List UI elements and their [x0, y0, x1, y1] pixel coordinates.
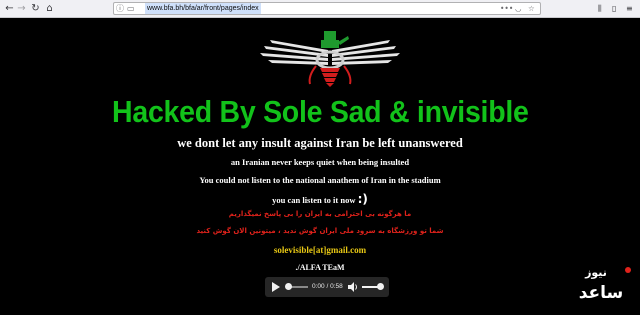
- svg-text:ساعد: ساعد: [579, 283, 624, 303]
- library-icon[interactable]: ⫼: [598, 3, 602, 15]
- info-icon[interactable]: ⓘ: [116, 3, 124, 14]
- seek-thumb[interactable]: [285, 283, 292, 290]
- reload-icon[interactable]: ↻: [29, 2, 42, 15]
- url-text[interactable]: www.bfa.bh/bfa/ar/front/pages/index: [145, 3, 261, 14]
- sidebar-icon[interactable]: ▯: [612, 3, 616, 15]
- home-icon[interactable]: ⌂: [43, 2, 56, 15]
- message-line-4: you can listen to it now :): [0, 192, 640, 206]
- play-icon[interactable]: [271, 282, 280, 292]
- playback-time: 0:00 / 0:58: [312, 283, 343, 290]
- contact-email: solevisible[at]gmail.com: [273, 245, 367, 255]
- team-signature: ./ALFA TEaM: [295, 263, 345, 272]
- hamburger-menu-icon[interactable]: ≡: [626, 3, 633, 15]
- browser-toolbar: ← → ↻ ⌂ ⓘ ▭ www.bfa.bh/bfa/ar/front/page…: [0, 0, 640, 18]
- more-icon[interactable]: •••: [500, 3, 513, 14]
- faravahar-emblem: [260, 31, 400, 87]
- forward-arrow-icon[interactable]: →: [15, 2, 28, 15]
- pocket-icon[interactable]: ◡: [515, 3, 522, 14]
- address-bar[interactable]: ⓘ ▭ www.bfa.bh/bfa/ar/front/pages/index …: [113, 2, 541, 15]
- volume-thumb[interactable]: [377, 283, 384, 290]
- headline: Hacked By Sole Sad & invisible: [112, 94, 529, 129]
- smiley-text: :): [357, 192, 368, 206]
- persian-message-2: شما تو ورزشگاه به سرود ملی ایران گوش ندی…: [196, 227, 444, 235]
- message-line-4-text: you can listen to it now: [272, 195, 356, 205]
- message-line-1: we dont let any insult against Iran be l…: [177, 136, 463, 150]
- star-icon[interactable]: ☆: [528, 3, 535, 14]
- audio-player: 0:00 / 0:58: [265, 277, 389, 297]
- svg-text:نیوز: نیوز: [584, 266, 607, 279]
- permissions-icon[interactable]: ▭: [127, 3, 135, 14]
- persian-message-1: ما هرگونه بی احترامی به ایران را بی پاسخ…: [228, 210, 412, 218]
- news-logo: نیوز ساعد: [579, 266, 631, 303]
- message-line-3: You could not listen to the national ana…: [199, 175, 441, 185]
- message-line-2: an Iranian never keeps quiet when being …: [230, 157, 410, 167]
- volume-icon[interactable]: [348, 282, 358, 292]
